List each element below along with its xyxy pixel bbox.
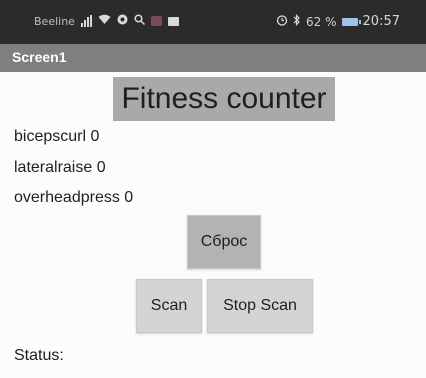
search-icon [134, 14, 145, 28]
app-heading: Fitness counter [121, 82, 327, 115]
status-bar-left: Beeline [34, 14, 179, 28]
app-badge-icon [150, 16, 162, 26]
heading-label-box: Fitness counter [113, 77, 335, 121]
status-label: Status: [14, 347, 64, 364]
scan-button[interactable]: Scan [136, 279, 202, 333]
counter-bicepscurl: bicepscurl 0 [14, 128, 100, 145]
status-bar: Beeline 62 % 20:57 [0, 0, 426, 44]
status-bar-right: 62 % 20:57 [276, 14, 400, 29]
bluetooth-icon [293, 14, 301, 29]
counter-overheadpress: overheadpress 0 [14, 189, 134, 206]
reset-button[interactable]: Сброс [187, 215, 261, 269]
app-screen: Beeline 62 % 20:57 Screen1 Fitness count… [0, 0, 426, 378]
app-icon [117, 14, 128, 28]
signal-icon [80, 15, 92, 27]
carrier-name: Beeline [34, 14, 75, 28]
battery-percentage: 62 % [306, 14, 337, 29]
screen-title: Screen1 [12, 49, 67, 65]
counter-lateralraise: lateralraise 0 [14, 159, 106, 176]
title-bar: Screen1 [0, 44, 426, 72]
message-icon [167, 16, 179, 26]
stop-scan-button[interactable]: Stop Scan [207, 279, 313, 333]
clock: 20:57 [362, 14, 400, 29]
alarm-icon [276, 14, 288, 29]
wifi-icon [98, 14, 111, 28]
battery-icon [341, 17, 361, 26]
